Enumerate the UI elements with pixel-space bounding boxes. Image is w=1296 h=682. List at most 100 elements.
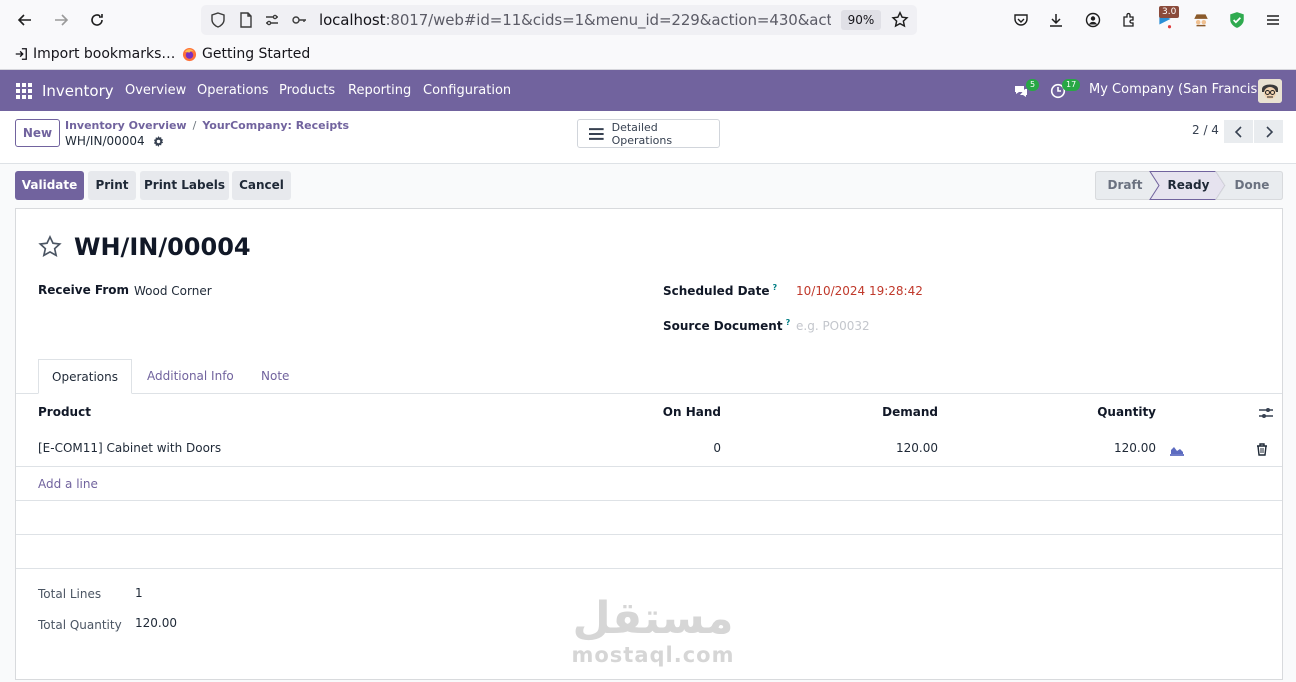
validate-button[interactable]: Validate <box>15 171 84 200</box>
trash-icon[interactable] <box>1256 443 1268 456</box>
menu-reporting[interactable]: Reporting <box>348 83 411 98</box>
record-name: WH/IN/00004 <box>65 134 145 148</box>
reload-icon[interactable] <box>85 8 109 32</box>
pager-previous[interactable] <box>1224 120 1253 143</box>
bookmarks-bar: Import bookmarks… Getting Started <box>0 40 1296 70</box>
forward-icon[interactable] <box>49 8 73 32</box>
chevron-right-icon <box>1265 125 1273 138</box>
back-icon[interactable] <box>13 8 37 32</box>
permissions-icon[interactable] <box>264 12 280 28</box>
shield-icon[interactable] <box>210 12 226 28</box>
forecast-chart-icon[interactable] <box>1170 444 1184 456</box>
col-demand[interactable]: Demand <box>882 405 938 419</box>
breadcrumb-receipts[interactable]: YourCompany: Receipts <box>202 119 349 132</box>
source-document-help[interactable]: ? <box>786 318 791 327</box>
breadcrumb-inventory-overview[interactable]: Inventory Overview <box>65 119 187 132</box>
downloads-icon[interactable] <box>1044 8 1068 32</box>
source-document-label-text: Source Document <box>663 319 783 333</box>
pager-value[interactable]: 2 / 4 <box>1192 123 1219 137</box>
url-bar[interactable]: localhost:8017/web#id=11&cids=1&menu_id=… <box>201 5 917 35</box>
pager-next[interactable] <box>1254 120 1283 143</box>
scheduled-date-field[interactable]: 10/10/2024 19:28:42 <box>796 284 923 298</box>
scheduled-date-label: Scheduled Date? <box>663 283 777 298</box>
url-text[interactable]: localhost:8017/web#id=11&cids=1&menu_id=… <box>319 11 831 29</box>
status-done[interactable]: Done <box>1221 171 1283 200</box>
extension-badge: 3.0 <box>1159 6 1180 18</box>
col-quantity[interactable]: Quantity <box>1097 405 1156 419</box>
receive-from-field[interactable]: Wood Corner <box>134 284 212 298</box>
browser-toolbar: localhost:8017/web#id=11&cids=1&menu_id=… <box>0 0 1296 40</box>
watermark-arabic: مستقل <box>572 593 734 644</box>
cancel-button[interactable]: Cancel <box>232 171 291 200</box>
detailed-operations-button[interactable]: Detailed Operations <box>577 119 720 148</box>
col-product[interactable]: Product <box>38 405 91 419</box>
tab-additional-info[interactable]: Additional Info <box>147 359 234 394</box>
bookmark-star-icon[interactable] <box>891 11 909 29</box>
title-row: WH/IN/00004 <box>38 233 251 261</box>
form-sheet: WH/IN/00004 Receive From Wood Corner Sch… <box>15 208 1283 680</box>
user-avatar[interactable] <box>1258 79 1282 103</box>
menu-products[interactable]: Products <box>279 83 335 98</box>
bookmark-import-label: Import bookmarks… <box>33 46 176 62</box>
extensions-icon[interactable] <box>1117 8 1141 32</box>
record-title: WH/IN/00004 <box>74 233 251 261</box>
control-panel: New Inventory Overview / YourCompany: Rece… <box>0 111 1296 164</box>
row-on-hand: 0 <box>713 441 721 455</box>
row-quantity[interactable]: 120.00 <box>1114 441 1156 455</box>
pocket-icon[interactable] <box>1009 8 1033 32</box>
menu-configuration[interactable]: Configuration <box>423 83 511 98</box>
zoom-level[interactable]: 90% <box>841 10 881 30</box>
col-on-hand[interactable]: On Hand <box>663 405 721 419</box>
notebook-tabs: Operations Additional Info Note <box>16 359 1282 394</box>
status-draft[interactable]: Draft <box>1095 171 1155 200</box>
apps-grid-icon[interactable] <box>16 83 32 99</box>
new-button[interactable]: New <box>15 119 60 147</box>
total-quantity-label: Total Quantity <box>38 618 122 632</box>
chevron-left-icon <box>1234 125 1242 138</box>
scheduled-date-label-text: Scheduled Date <box>663 284 770 298</box>
empty-row <box>16 535 1282 569</box>
list-icon <box>589 127 604 140</box>
bookmark-import[interactable]: Import bookmarks… <box>14 46 175 62</box>
row-product[interactable]: [E-COM11] Cabinet with Doors <box>38 441 221 455</box>
table-row[interactable]: [E-COM11] Cabinet with Doors 0 120.00 12… <box>16 431 1282 467</box>
source-document-input[interactable]: e.g. PO0032 <box>796 319 870 333</box>
tab-operations[interactable]: Operations <box>38 359 132 394</box>
import-icon <box>15 48 27 60</box>
bookmark-getting-started[interactable]: Getting Started <box>182 46 310 62</box>
activities-count-badge: 17 <box>1062 79 1081 91</box>
bookmark-getting-started-label: Getting Started <box>202 46 311 62</box>
url-path: :8017/web#id=11&cids=1&menu_id=229&actio… <box>385 11 831 29</box>
total-lines-value: 1 <box>135 586 143 600</box>
shield-check-icon[interactable] <box>1225 8 1249 32</box>
menu-overview[interactable]: Overview <box>125 83 186 98</box>
row-demand[interactable]: 120.00 <box>896 441 938 455</box>
breadcrumb: Inventory Overview / YourCompany: Receipts <box>65 119 349 132</box>
messages-count-badge: 5 <box>1026 79 1040 91</box>
company-switcher[interactable]: My Company (San Francisco) <box>1089 82 1277 97</box>
firefox-icon <box>182 47 197 61</box>
gear-icon[interactable] <box>153 135 164 147</box>
menu-operations[interactable]: Operations <box>197 83 268 98</box>
empty-row <box>16 501 1282 535</box>
add-line-link[interactable]: Add a line <box>38 477 98 491</box>
account-icon[interactable] <box>1081 8 1105 32</box>
table-header: Product On Hand Demand Quantity <box>16 395 1282 430</box>
print-labels-button[interactable]: Print Labels <box>140 171 229 200</box>
add-line-row: Add a line <box>16 467 1282 501</box>
key-icon[interactable] <box>291 12 307 28</box>
page-icon[interactable] <box>238 12 254 28</box>
print-button[interactable]: Print <box>88 171 136 200</box>
status-ready[interactable]: Ready <box>1155 171 1222 200</box>
optional-columns-icon[interactable] <box>1259 406 1273 420</box>
favorite-star-icon[interactable] <box>38 235 62 259</box>
scheduled-date-help[interactable]: ? <box>773 283 778 292</box>
receive-from-label: Receive From <box>38 283 129 297</box>
menu-icon[interactable] <box>1261 8 1285 32</box>
breadcrumb-separator: / <box>192 119 197 132</box>
app-name[interactable]: Inventory <box>42 82 114 100</box>
tab-note[interactable]: Note <box>261 359 289 394</box>
total-quantity-value: 120.00 <box>135 616 177 630</box>
spy-extension-icon[interactable] <box>1189 8 1213 32</box>
source-document-label: Source Document? <box>663 318 790 333</box>
